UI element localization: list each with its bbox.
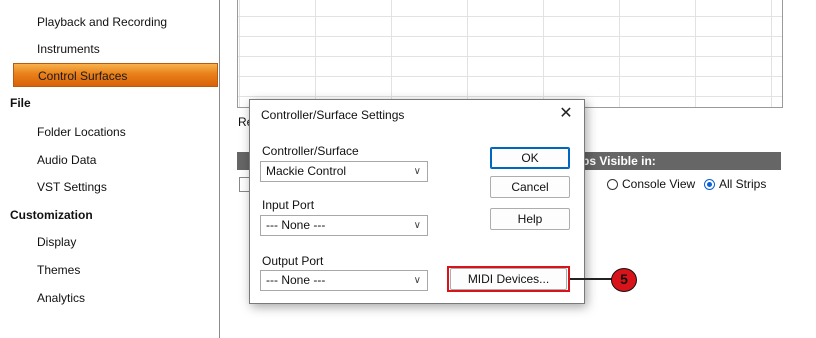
sidebar-item-audio-data[interactable]: Audio Data — [13, 148, 218, 172]
radio-checked-icon — [704, 179, 715, 190]
output-port-label: Output Port — [262, 254, 324, 268]
control-surfaces-list[interactable] — [237, 0, 783, 108]
radio-all-strips-label: All Strips — [719, 177, 767, 191]
step-number-badge: 5 — [611, 268, 637, 292]
sidebar-item-playback-and-recording[interactable]: Playback and Recording — [13, 10, 218, 34]
callout-line — [570, 278, 612, 280]
input-port-label: Input Port — [262, 198, 315, 212]
controller-surface-label: Controller/Surface — [262, 144, 359, 158]
input-port-select[interactable]: --- None --- ∨ — [260, 215, 428, 236]
chevron-down-icon: ∨ — [413, 166, 421, 177]
output-port-value: --- None --- — [266, 273, 326, 287]
radio-all-strips[interactable]: All Strips — [704, 176, 766, 192]
sidebar-item-instruments[interactable]: Instruments — [13, 37, 218, 61]
chevron-down-icon: ∨ — [413, 220, 421, 231]
controller-surface-select[interactable]: Mackie Control ∨ — [260, 161, 428, 182]
sidebar-item-display[interactable]: Display — [13, 230, 218, 254]
sidebar-item-control-surfaces[interactable]: Control Surfaces — [13, 63, 218, 87]
sidebar-item-vst-settings[interactable]: VST Settings — [13, 175, 218, 199]
radio-console-view-label: Console View — [622, 177, 696, 191]
close-icon[interactable]: ✕ — [556, 104, 576, 124]
radio-icon — [607, 179, 618, 190]
cancel-button[interactable]: Cancel — [490, 176, 570, 198]
radio-console-view[interactable]: Console View — [607, 176, 695, 192]
controller-surface-value: Mackie Control — [266, 164, 347, 178]
ok-button[interactable]: OK — [490, 147, 570, 169]
dialog-title: Controller/Surface Settings — [261, 108, 405, 122]
chevron-down-icon: ∨ — [413, 275, 421, 286]
sidebar-item-folder-locations[interactable]: Folder Locations — [13, 120, 218, 144]
sidebar-category-customization: Customization — [10, 208, 93, 222]
midi-devices-highlight — [447, 266, 570, 292]
sidebar-divider — [219, 0, 220, 338]
sidebar-category-file: File — [10, 96, 31, 110]
input-port-value: --- None --- — [266, 218, 326, 232]
help-button[interactable]: Help — [490, 208, 570, 230]
output-port-select[interactable]: --- None --- ∨ — [260, 270, 428, 291]
sidebar-item-analytics[interactable]: Analytics — [13, 286, 218, 310]
sidebar-item-themes[interactable]: Themes — [13, 258, 218, 282]
preferences-sidebar: Playback and Recording Instruments Contr… — [0, 0, 220, 338]
